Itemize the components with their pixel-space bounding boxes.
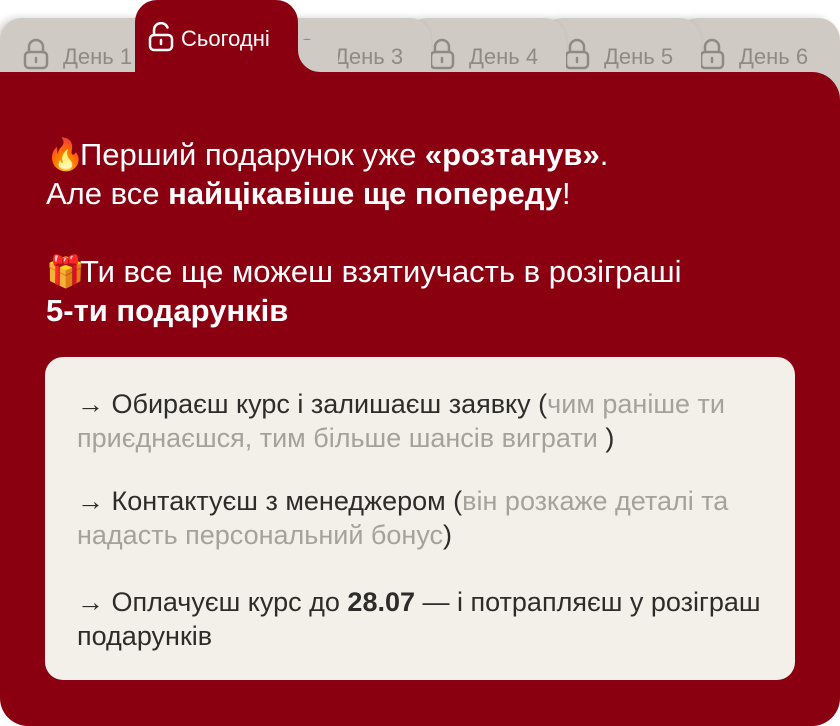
day-tabs: День 6 День 5 День 4 День 3 День 1 Сього… bbox=[0, 0, 840, 100]
steps-card: → Обираєш курс і залишаєш заявку (чим ра… bbox=[45, 357, 795, 680]
lock-icon bbox=[429, 38, 455, 70]
intro-line-1: 🔥Перший подарунок уже «розтанув». bbox=[46, 137, 609, 172]
lock-icon bbox=[23, 38, 49, 70]
gift-icon: 🎁 bbox=[46, 254, 85, 289]
tab-label: День 3 bbox=[334, 44, 404, 69]
intro-line-4: 5-ти подарунків bbox=[46, 293, 289, 328]
tab-label: День 4 bbox=[469, 44, 539, 69]
tab-label: Сьогодні bbox=[181, 26, 270, 51]
lock-icon bbox=[699, 38, 725, 70]
intro-line-3: 🎁Ти все ще можеш взятиучасть в розіграші bbox=[46, 254, 682, 289]
step-2: → Контактуєш з менеджером (він розкаже д… bbox=[77, 486, 729, 550]
tab-today[interactable]: Сьогодні bbox=[135, 0, 298, 100]
step-1: → Обираєш курс і залишаєш заявку (чим ра… bbox=[77, 389, 725, 453]
intro-line-2: Але все найцікавіше ще попереду! bbox=[46, 176, 571, 211]
tab-label: День 5 bbox=[604, 44, 674, 69]
tab-label: День 1 bbox=[63, 44, 133, 69]
fire-icon: 🔥 bbox=[46, 137, 85, 172]
lock-icon bbox=[564, 38, 590, 70]
step-3: → Оплачуєш курс до 28.07 — і потрапляєш … bbox=[77, 587, 761, 651]
unlock-icon bbox=[148, 22, 174, 52]
tab-label: День 6 bbox=[739, 44, 809, 69]
